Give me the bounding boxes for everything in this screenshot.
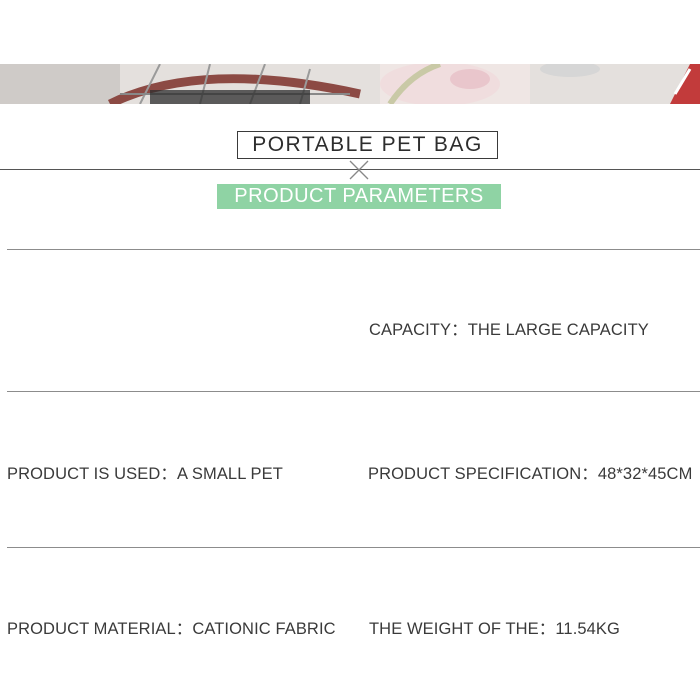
- product-parameters-banner: PRODUCT PARAMETERS: [217, 184, 501, 209]
- param-capacity: CAPACITY：THE LARGE CAPACITY: [369, 321, 649, 339]
- param-weight: THE WEIGHT OF THE：11.54KG: [369, 620, 620, 638]
- product-title: PORTABLE PET BAG: [237, 131, 498, 159]
- section-rule: [7, 547, 700, 548]
- param-product-used: PRODUCT IS USED：A SMALL PET: [7, 465, 283, 483]
- section-rule: [7, 391, 700, 392]
- product-photo-strip: [0, 64, 700, 104]
- section-rule: [7, 249, 700, 250]
- param-material: PRODUCT MATERIAL：CATIONIC FABRIC: [7, 620, 336, 638]
- param-specification: PRODUCT SPECIFICATION：48*32*45CM: [368, 465, 693, 483]
- bicycle-basket-photo: [0, 64, 700, 104]
- cross-icon: [349, 160, 369, 180]
